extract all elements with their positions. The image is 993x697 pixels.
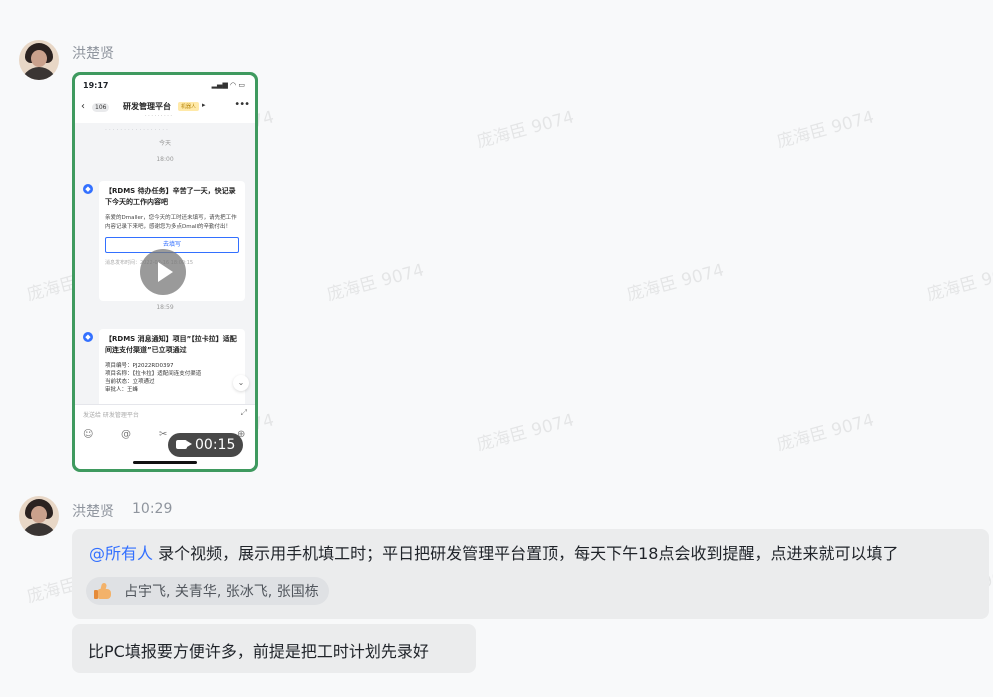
mention-icon: @ (121, 429, 131, 440)
message-time: 10:29 (132, 501, 173, 517)
play-icon[interactable] (140, 249, 186, 295)
scroll-down-icon: ⌄ (233, 375, 249, 391)
phone-status-bar: 19:17 ▂▄▆ ◠ ▭ (75, 75, 255, 93)
signal-icon: ▂▄▆ ◠ ▭ (211, 81, 245, 89)
card-field: 项目名称：【拉卡拉】适配间连支付渠道 (105, 371, 202, 377)
card-body: 亲爱的Dmaller，您今天的工时还未填写，请先把工作内容记录下来吧，感谢您为多… (105, 215, 237, 230)
message-body: 比PC填报要方便许多，前提是把工时计划先录好 (88, 642, 429, 661)
more-icon: ••• (234, 99, 250, 110)
message-bubble[interactable]: @所有人 录个视频，展示用手机填工时；平日把研发管理平台置顶，每天下午18点会收… (72, 529, 989, 619)
phone-nav-bar: ‹ 106 研发管理平台 机器人 ▸ ••• · · · · · · · · · (75, 93, 255, 123)
phone-input-placeholder: 发送给 研发管理平台 (83, 412, 139, 419)
card-title: 【RDMS 待办任务】辛苦了一天，快记录下今天的工作内容吧 (105, 187, 236, 206)
faded-line: · · · · · · · · · · · · · · · · · (105, 127, 168, 134)
back-count: 106 (92, 103, 110, 112)
reaction-chip[interactable]: 占宇飞, 关青华, 张冰飞, 张国栋 (86, 577, 329, 605)
nav-subtitle: · · · · · · · · · (145, 113, 173, 119)
phone-time-label: 18:00 (156, 156, 174, 163)
phone-day-label: 今天 (158, 140, 171, 147)
card-field: 项目编号：PJ2022RD0397 (105, 363, 174, 369)
phone-chat-title: 研发管理平台 (123, 102, 171, 111)
mention-all[interactable]: @所有人 (89, 544, 153, 563)
bot-tag: 机器人 (178, 102, 200, 111)
phone-time-label: 18:59 (156, 304, 174, 311)
card-field: 当前状态：立项通过 (105, 379, 155, 385)
back-icon: ‹ (81, 101, 85, 112)
caret-right-icon: ▸ (202, 101, 206, 109)
video-duration: 00:15 (168, 433, 244, 457)
reaction-names: 占宇飞, 关青华, 张冰飞, 张国栋 (124, 584, 319, 600)
avatar[interactable] (19, 496, 59, 536)
message-text-content: @所有人 录个视频，展示用手机填工时；平日把研发管理平台置顶，每天下午18点会收… (89, 540, 898, 564)
phone-card-notice: 【RDMS 消息通知】项目”【拉卡拉】适配间连支付渠道”已立项通过 项目编号：P… (99, 329, 245, 409)
phone-clock: 19:17 (83, 81, 109, 90)
avatar[interactable] (19, 40, 59, 80)
video-camera-icon (176, 439, 192, 449)
message-video: 洪楚贤 19:17 ▂▄▆ ◠ ▭ ‹ 106 研发管理平台 机器人 ▸ •••… (0, 0, 993, 480)
scissors-icon: ✂ (159, 429, 168, 440)
home-indicator (133, 461, 197, 464)
bot-icon: ◆ (83, 184, 93, 194)
sender-name[interactable]: 洪楚贤 (72, 43, 114, 63)
card-title: 【RDMS 消息通知】项目”【拉卡拉】适配间连支付渠道”已立项通过 (105, 335, 237, 354)
bot-icon: ◆ (83, 332, 93, 342)
message-body: 录个视频，展示用手机填工时；平日把研发管理平台置顶，每天下午18点会收到提醒，点… (153, 544, 899, 563)
thumbs-up-icon (94, 582, 112, 600)
emoji-icon: ☺ (83, 429, 94, 440)
video-duration-text: 00:15 (195, 437, 236, 453)
expand-icon: ⤢ (240, 408, 247, 417)
card-field: 审批人：王峰 (105, 387, 139, 393)
video-attachment[interactable]: 19:17 ▂▄▆ ◠ ▭ ‹ 106 研发管理平台 机器人 ▸ ••• · ·… (72, 72, 258, 472)
message-bubble[interactable]: 比PC填报要方便许多，前提是把工时计划先录好 (72, 624, 476, 673)
sender-name[interactable]: 洪楚贤 (72, 501, 114, 521)
